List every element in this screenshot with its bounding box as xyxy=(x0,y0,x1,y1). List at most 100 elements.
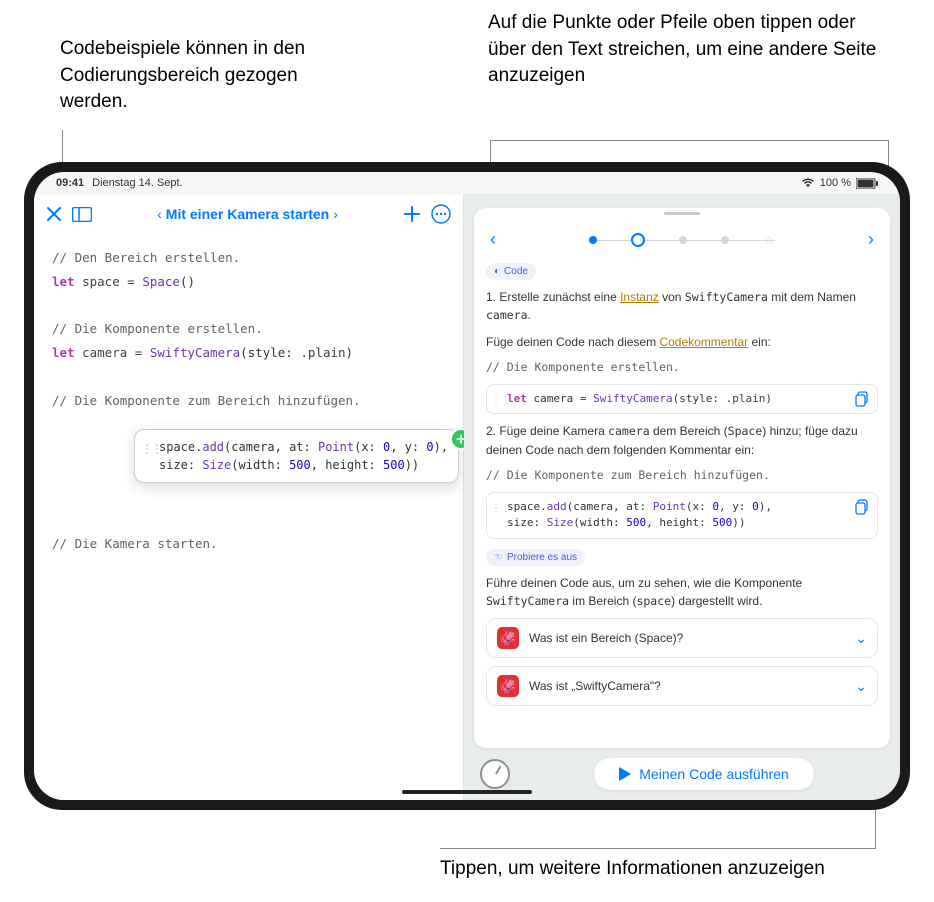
ipad-frame: 09:41 Dienstag 14. Sept. 100 % ‹ Mit ein… xyxy=(24,162,910,810)
code-snip: ), xyxy=(434,440,448,454)
run-code-button[interactable]: Meinen Code ausführen xyxy=(594,758,814,790)
code-id: space = xyxy=(75,274,143,289)
more-icon[interactable] xyxy=(431,204,451,224)
drag-handle-icon: ⋮⋮ xyxy=(491,393,511,408)
code-kw: let xyxy=(52,345,75,360)
accordion-label: Was ist „SwiftyCamera"? xyxy=(529,677,661,695)
code-sample-box[interactable]: ⋮⋮ space.add(camera, at: Point(x: 0, y: … xyxy=(486,492,878,539)
code-badge: ◐ Code xyxy=(486,263,536,280)
wifi-icon xyxy=(801,178,815,188)
copy-icon[interactable] xyxy=(855,499,871,515)
page-dot-current[interactable] xyxy=(631,233,645,247)
status-date: Dienstag 14. Sept. xyxy=(92,177,183,189)
speed-control[interactable] xyxy=(480,759,510,789)
code-snip: space. xyxy=(159,440,202,454)
status-time: 09:41 xyxy=(56,177,84,189)
code-id: camera = xyxy=(75,345,150,360)
draggable-code-snippet[interactable]: ⋮⋮ space.add(camera, at: Point(x: 0, y: … xyxy=(134,429,459,483)
code-sample-box[interactable]: ⋮⋮ let camera = SwiftyCamera(style: .pla… xyxy=(486,384,878,415)
page-title: Mit einer Kamera starten xyxy=(166,206,329,222)
battery-text: 100 % xyxy=(820,177,851,189)
code-comment: // Die Komponente erstellen. xyxy=(52,321,263,336)
copy-icon[interactable] xyxy=(855,391,871,407)
code-snip: size: xyxy=(159,458,202,472)
page-dot-star[interactable]: ☆ xyxy=(763,234,775,246)
battery-icon xyxy=(856,178,878,189)
code-snip: (width: xyxy=(231,458,289,472)
editor-toolbar: ‹ Mit einer Kamera starten › xyxy=(34,194,463,234)
page-dot[interactable] xyxy=(721,236,729,244)
app-area: ‹ Mit einer Kamera starten › // Den Bere… xyxy=(34,194,900,800)
add-icon[interactable] xyxy=(403,205,421,223)
code-snip: (x: xyxy=(354,440,383,454)
chevron-down-icon: ⌄ xyxy=(855,628,867,649)
character-icon: 🦑 xyxy=(497,675,519,697)
guide-text: 1. Erstelle zunächst eine Instanz von Sw… xyxy=(486,288,878,325)
play-icon xyxy=(619,767,631,781)
code-snip: 500 xyxy=(383,458,405,472)
code-fn: Space xyxy=(142,274,180,289)
code-editor[interactable]: // Den Bereich erstellen. let space = Sp… xyxy=(34,234,463,800)
next-page-arrow[interactable]: › xyxy=(864,226,878,253)
code-snip: add xyxy=(202,440,224,454)
chevron-left-icon: ‹ xyxy=(157,206,162,222)
code-tail: () xyxy=(180,274,195,289)
code-snip: (camera, at: xyxy=(224,440,318,454)
drag-handle-icon: ⋮⋮ xyxy=(491,501,511,516)
guide-panel: ‹ ☆ › ◐ Code 1. Erstelle zunächst eine In… xyxy=(474,208,890,748)
try-badge: ☜ Probiere es aus xyxy=(486,549,585,566)
accordion-swiftycamera[interactable]: 🦑 Was ist „SwiftyCamera"? ⌄ xyxy=(486,666,878,706)
code-snip: , y: xyxy=(390,440,426,454)
editor-pane: ‹ Mit einer Kamera starten › // Den Bere… xyxy=(34,194,464,800)
link-codecomment[interactable]: Codekommentar xyxy=(659,335,748,349)
guide-text: Füge deinen Code nach diesem Codekomment… xyxy=(486,333,878,351)
accordion-space[interactable]: 🦑 Was ist ein Bereich (Space)? ⌄ xyxy=(486,618,878,658)
callout-drag: Codebeispiele können in den Codierungsbe… xyxy=(60,36,330,116)
badge-label: Probiere es aus xyxy=(507,550,577,565)
guide-comment: // Die Komponente erstellen. xyxy=(486,359,878,376)
code-snip: 0 xyxy=(426,440,433,454)
link-instanz[interactable]: Instanz xyxy=(620,290,659,304)
home-indicator[interactable] xyxy=(402,790,532,794)
character-icon: 🦑 xyxy=(497,627,519,649)
page-dots[interactable]: ☆ xyxy=(589,233,775,247)
code-snip: 500 xyxy=(289,458,311,472)
code-close: ) xyxy=(346,345,354,360)
page-title-nav[interactable]: ‹ Mit einer Kamera starten › xyxy=(102,206,393,222)
code-enum: .plain xyxy=(300,345,345,360)
sidebar-icon[interactable] xyxy=(72,207,92,222)
callout-pages: Auf die Punkte oder Pfeile oben tippen o… xyxy=(488,10,888,90)
run-label: Meinen Code ausführen xyxy=(639,766,788,782)
guide-text: Führe deinen Code aus, um zu sehen, wie … xyxy=(486,574,878,610)
chevron-down-icon: ⌄ xyxy=(855,676,867,697)
code-fn: SwiftyCamera xyxy=(150,345,240,360)
ipad-screen: 09:41 Dienstag 14. Sept. 100 % ‹ Mit ein… xyxy=(34,172,900,800)
close-icon[interactable] xyxy=(46,206,62,222)
badge-label: Code xyxy=(504,264,528,279)
status-bar: 09:41 Dienstag 14. Sept. 100 % xyxy=(34,172,900,194)
prev-page-arrow[interactable]: ‹ xyxy=(486,226,500,253)
callout-line xyxy=(440,848,876,849)
code-kw: let xyxy=(52,274,75,289)
code-comment: // Den Bereich erstellen. xyxy=(52,250,240,265)
chevron-right-icon: › xyxy=(333,206,338,222)
accordion-label: Was ist ein Bereich (Space)? xyxy=(529,629,683,647)
callout-line xyxy=(490,140,888,141)
code-snip: Point xyxy=(318,440,354,454)
guide-footer: Meinen Code ausführen xyxy=(474,748,890,800)
grabber-icon[interactable] xyxy=(664,212,700,215)
page-dot[interactable] xyxy=(679,236,687,244)
guide-nav: ‹ ☆ › xyxy=(486,226,878,253)
guide-pane: ‹ ☆ › ◐ Code 1. Erstelle zunächst eine In… xyxy=(464,194,900,800)
code-snip: , height: xyxy=(311,458,383,472)
code-comment: // Die Komponente zum Bereich hinzufügen… xyxy=(52,393,361,408)
code-snip: Size xyxy=(202,458,231,472)
code-arg: (style: xyxy=(240,345,300,360)
page-dot[interactable] xyxy=(589,236,597,244)
swift-icon: ◐ xyxy=(494,264,500,279)
guide-comment: // Die Komponente zum Bereich hinzufügen… xyxy=(486,467,878,484)
code-snip: )) xyxy=(405,458,419,472)
guide-text: 2. Füge deine Kamera camera dem Bereich … xyxy=(486,422,878,458)
pointing-hand-icon: ☜ xyxy=(494,550,503,565)
callout-tap-info: Tippen, um weitere Informationen anzuzei… xyxy=(440,856,825,883)
